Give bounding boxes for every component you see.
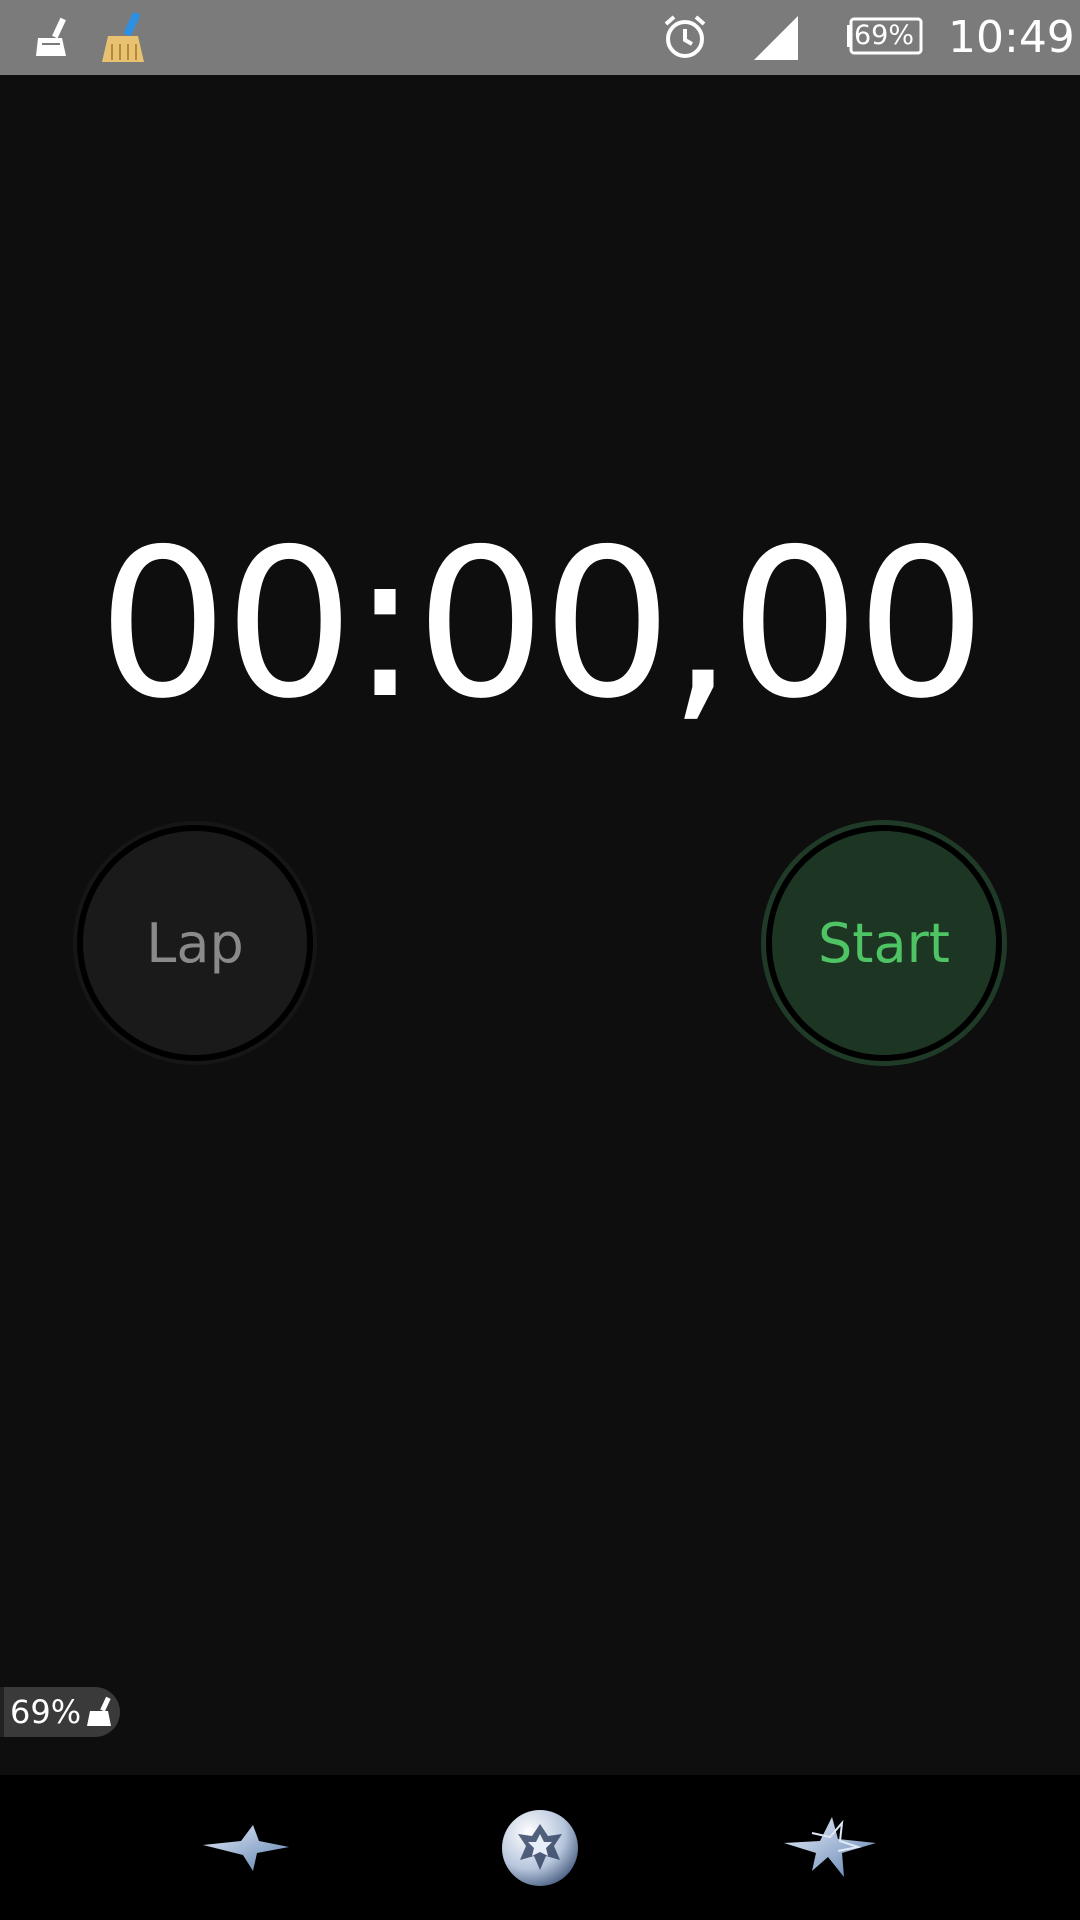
- home-button[interactable]: [490, 1805, 590, 1895]
- alarm-clock-icon: [662, 14, 708, 64]
- star-back-icon: [201, 1823, 291, 1877]
- football-home-icon: [498, 1806, 582, 1894]
- start-button-label: Start: [818, 911, 950, 975]
- floating-battery-widget[interactable]: 69%: [0, 1687, 120, 1737]
- navigation-bar: [0, 1775, 1080, 1920]
- broom-cleaner-icon: [32, 16, 72, 64]
- stopwatch-screen: 69% 10:49 00:00,00 Lap Start 69%: [0, 0, 1080, 1920]
- star-recents-icon: [782, 1813, 878, 1887]
- status-time: 10:49: [948, 12, 1075, 63]
- start-button[interactable]: Start: [766, 825, 1002, 1061]
- clean-master-broom-icon: [100, 12, 150, 68]
- floating-battery-text: 69%: [10, 1693, 82, 1731]
- recents-button[interactable]: [780, 1805, 880, 1895]
- cell-signal-icon: [752, 14, 800, 66]
- back-button[interactable]: [196, 1805, 296, 1895]
- status-bar: 69% 10:49: [0, 0, 1080, 75]
- lap-button-label: Lap: [146, 911, 244, 975]
- stopwatch-time: 00:00,00: [97, 506, 987, 744]
- battery-icon: 69%: [845, 17, 923, 55]
- battery-percent: 69%: [853, 20, 914, 51]
- broom-icon: [85, 1696, 115, 1728]
- lap-button[interactable]: Lap: [77, 825, 313, 1061]
